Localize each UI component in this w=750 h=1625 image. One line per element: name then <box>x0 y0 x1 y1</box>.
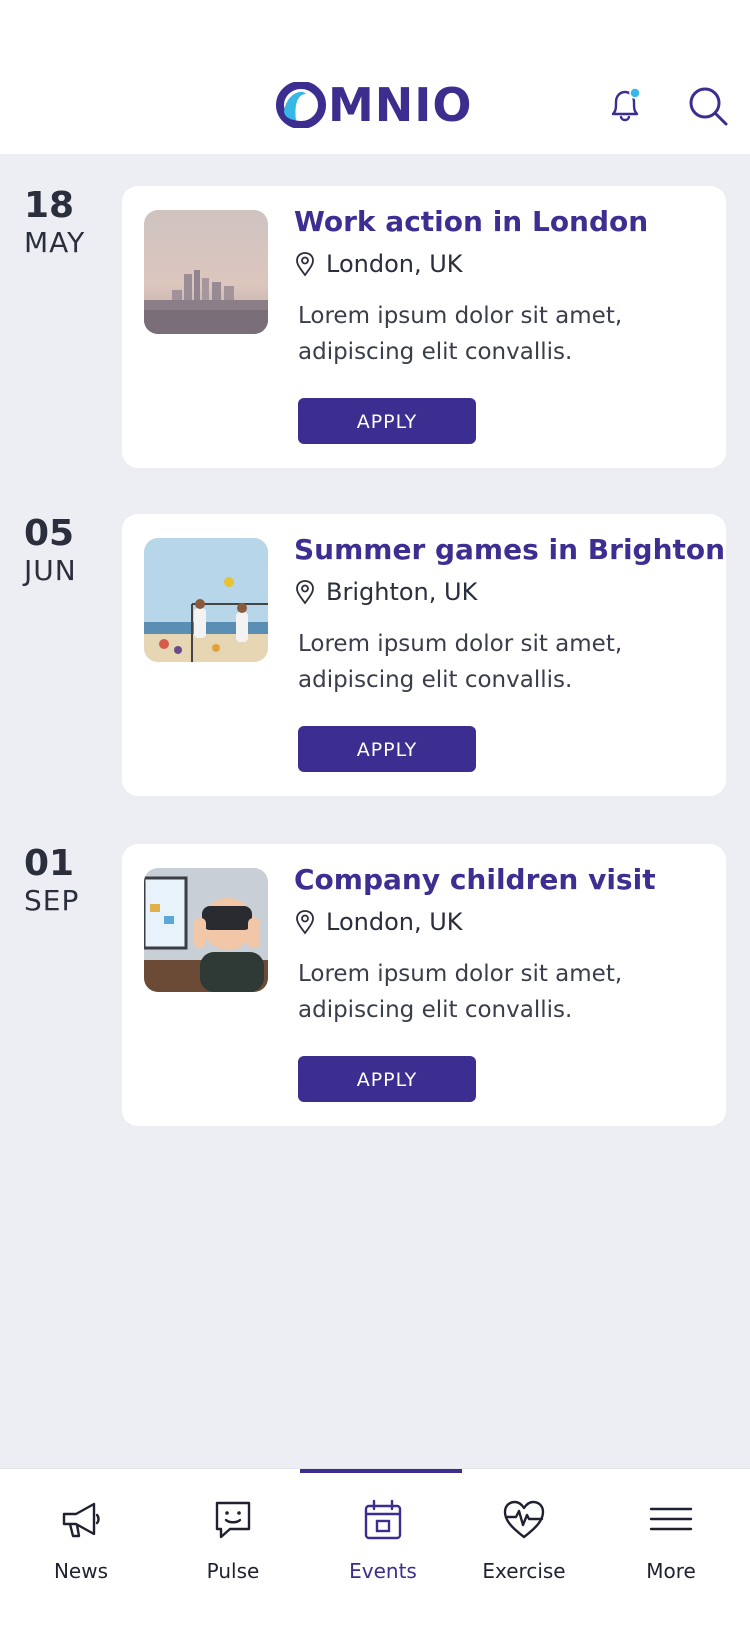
tab-events-label: Events <box>349 1559 417 1583</box>
tab-more[interactable]: More <box>596 1497 746 1583</box>
event-month: JUN <box>24 554 77 587</box>
event-location: London, UK <box>294 248 463 280</box>
event-title[interactable]: Company children visit <box>294 862 714 898</box>
tab-news-label: News <box>53 1559 109 1583</box>
chat-smile-icon <box>215 1501 251 1539</box>
event-image <box>144 538 268 662</box>
logo-text: MNIO <box>328 78 473 132</box>
heartbeat-icon <box>503 1500 545 1539</box>
event-image <box>144 868 268 992</box>
tab-events[interactable]: Events <box>308 1497 458 1583</box>
bottom-tab-bar: News Pulse Events Exercise More <box>0 1468 750 1625</box>
event-location-text: London, UK <box>326 908 463 936</box>
apply-button[interactable]: APPLY <box>298 1056 476 1102</box>
event-month: MAY <box>24 226 86 259</box>
bell-icon[interactable] <box>603 84 647 128</box>
event-location: Brighton, UK <box>294 576 477 608</box>
tab-exercise[interactable]: Exercise <box>449 1497 599 1583</box>
event-month: SEP <box>24 884 80 917</box>
app-header: MNIO <box>0 0 750 154</box>
event-day: 18 <box>24 185 75 226</box>
tab-news[interactable]: News <box>6 1497 156 1583</box>
megaphone-icon <box>62 1502 100 1538</box>
menu-icon <box>649 1507 693 1531</box>
apply-button[interactable]: APPLY <box>298 398 476 444</box>
event-description: Lorem ipsum dolor sit amet, adipiscing e… <box>298 631 623 693</box>
active-tab-indicator <box>300 1469 462 1473</box>
search-icon[interactable] <box>686 84 730 128</box>
tab-more-label: More <box>646 1559 696 1583</box>
event-location-text: Brighton, UK <box>326 578 478 606</box>
event-card[interactable]: Company children visit London, UK Lorem … <box>122 844 726 1126</box>
location-pin-icon <box>296 910 314 935</box>
event-date: 18 MAY <box>24 186 114 260</box>
location-pin-icon <box>296 252 314 277</box>
tab-exercise-label: Exercise <box>482 1559 566 1583</box>
app-logo: MNIO <box>276 80 473 130</box>
calendar-icon <box>364 1499 402 1540</box>
tab-pulse[interactable]: Pulse <box>158 1497 308 1583</box>
event-image <box>144 210 268 334</box>
event-title[interactable]: Work action in London <box>294 204 714 240</box>
event-description: Lorem ipsum dolor sit amet, adipiscing e… <box>298 961 623 1023</box>
event-day: 05 <box>24 513 75 554</box>
location-pin-icon <box>296 580 314 605</box>
event-day: 01 <box>24 843 75 884</box>
event-date: 05 JUN <box>24 514 114 588</box>
tab-pulse-label: Pulse <box>206 1559 260 1583</box>
apply-button[interactable]: APPLY <box>298 726 476 772</box>
logo-ring-icon <box>276 82 326 128</box>
event-card[interactable]: Work action in London London, UK Lorem i… <box>122 186 726 468</box>
event-location-text: London, UK <box>326 250 463 278</box>
event-card[interactable]: Summer games in Brighton Brighton, UK Lo… <box>122 514 726 796</box>
event-description: Lorem ipsum dolor sit amet, adipiscing e… <box>298 303 623 365</box>
event-location: London, UK <box>294 906 463 938</box>
event-title[interactable]: Summer games in Brighton <box>294 532 725 568</box>
event-date: 01 SEP <box>24 844 114 918</box>
